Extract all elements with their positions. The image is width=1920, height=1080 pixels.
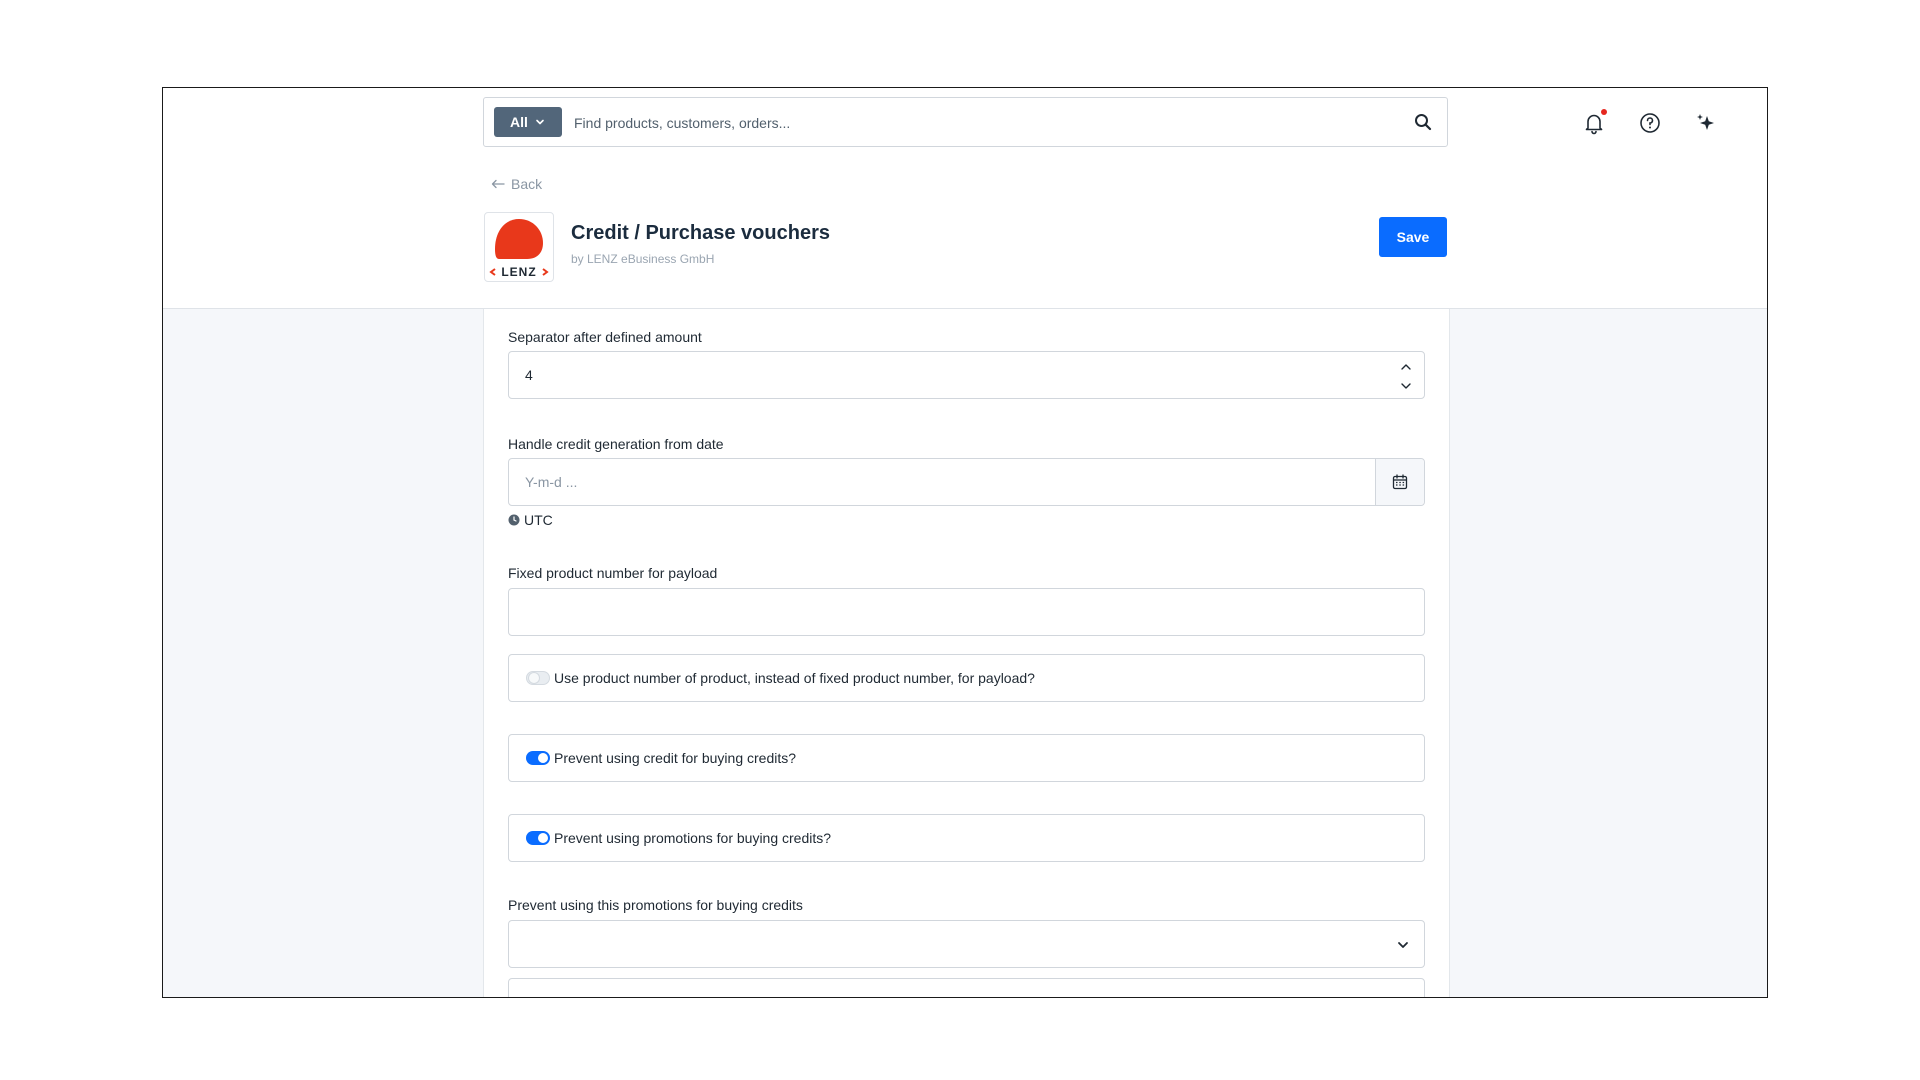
clock-icon bbox=[508, 514, 520, 526]
separator-number-field[interactable]: 4 bbox=[508, 351, 1425, 399]
search-icon[interactable] bbox=[1413, 112, 1433, 132]
toggle-switch[interactable] bbox=[526, 671, 550, 685]
credit-date-input[interactable] bbox=[509, 459, 1369, 505]
logo-text: LENZ bbox=[501, 265, 536, 279]
page-header: Back LENZ Credit / Purchase vouchers by … bbox=[163, 160, 1767, 309]
toggle-switch[interactable] bbox=[526, 751, 550, 765]
back-label: Back bbox=[511, 176, 543, 192]
toggle-row-use-product-number: Use product number of product, instead o… bbox=[508, 654, 1425, 702]
chevron-down-icon bbox=[1398, 942, 1408, 948]
promotions-select[interactable] bbox=[508, 920, 1425, 968]
global-search: All bbox=[483, 97, 1448, 147]
toggle-label: Prevent using promotions for buying cred… bbox=[554, 830, 832, 846]
lenz-logo-icon: LENZ bbox=[489, 219, 549, 279]
search-type-dropdown[interactable]: All bbox=[494, 107, 562, 137]
timezone-hint: UTC bbox=[508, 512, 553, 528]
app-vendor: by LENZ eBusiness GmbH bbox=[571, 252, 715, 266]
fixed-product-number-label: Fixed product number for payload bbox=[508, 565, 718, 581]
timezone-label: UTC bbox=[524, 512, 553, 528]
next-field-partial[interactable] bbox=[508, 978, 1425, 997]
calendar-icon bbox=[1392, 474, 1408, 490]
credit-date-field bbox=[508, 458, 1425, 506]
notification-badge bbox=[1601, 109, 1607, 115]
separator-value: 4 bbox=[525, 367, 533, 383]
fixed-product-number-field bbox=[508, 588, 1425, 636]
search-input[interactable] bbox=[572, 106, 1396, 140]
toggle-label: Prevent using credit for buying credits? bbox=[554, 750, 797, 766]
stepper-icon[interactable] bbox=[1398, 358, 1414, 394]
search-type-label: All bbox=[510, 114, 528, 130]
toggle-label: Use product number of product, instead o… bbox=[554, 670, 1035, 686]
toggle-row-prevent-promotions: Prevent using promotions for buying cred… bbox=[508, 814, 1425, 862]
toggle-knob bbox=[529, 673, 539, 683]
promotions-select-label: Prevent using this promotions for buying… bbox=[508, 897, 803, 913]
app-window: All Find products, customers, orders... … bbox=[162, 87, 1768, 998]
chevron-down-icon bbox=[536, 119, 544, 125]
credit-date-label: Handle credit generation from date bbox=[508, 436, 724, 452]
arrow-left-icon bbox=[491, 179, 505, 189]
calendar-button[interactable] bbox=[1375, 459, 1424, 505]
toggle-knob bbox=[538, 753, 548, 763]
toggle-knob bbox=[538, 833, 548, 843]
back-link[interactable]: Back bbox=[491, 176, 542, 192]
help-circle-icon[interactable] bbox=[1637, 110, 1663, 136]
top-bar: All bbox=[163, 88, 1767, 161]
toggle-row-prevent-credit: Prevent using credit for buying credits? bbox=[508, 734, 1425, 782]
app-logo: LENZ bbox=[484, 212, 554, 282]
toggle-switch[interactable] bbox=[526, 831, 550, 845]
save-button[interactable]: Save bbox=[1379, 217, 1447, 257]
sparkle-icon[interactable] bbox=[1693, 110, 1719, 136]
fixed-product-number-input[interactable] bbox=[509, 589, 1424, 635]
separator-label: Separator after defined amount bbox=[508, 329, 702, 345]
page-title: Credit / Purchase vouchers bbox=[571, 222, 830, 244]
settings-card: Separator after defined amount 4 Handle … bbox=[483, 309, 1450, 997]
